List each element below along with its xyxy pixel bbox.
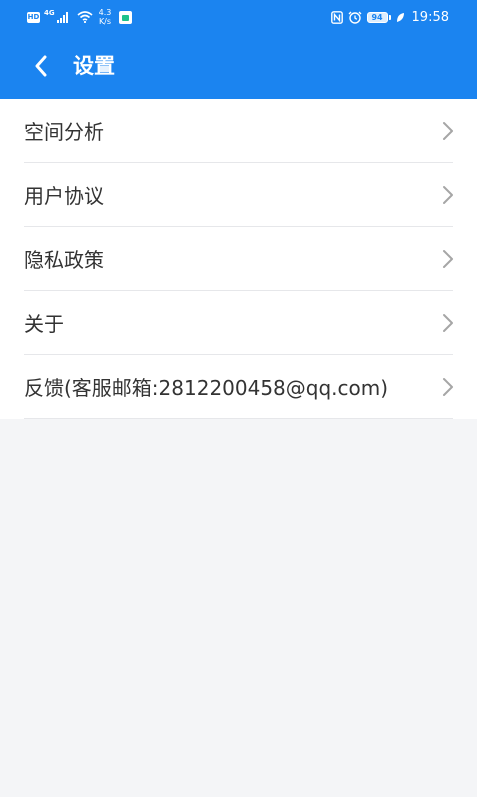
menu-item-spatial-analysis[interactable]: 空间分析: [0, 99, 477, 163]
menu-item-privacy-policy[interactable]: 隐私政策: [0, 227, 477, 291]
power-saving-leaf-icon: [396, 12, 404, 22]
network-speed: 4.3 K/s: [99, 8, 112, 26]
network-speed-unit: K/s: [98, 17, 112, 26]
status-bar: HD 4G 4.3 K/s 94 19:58: [0, 0, 477, 33]
chevron-right-icon: [443, 250, 453, 268]
battery-cap: [388, 14, 391, 20]
settings-menu: 空间分析 用户协议 隐私政策 关于 反馈(客服邮箱:2812200458@qq.…: [0, 99, 477, 419]
status-time: 19:58: [411, 9, 449, 25]
cellular-signal-icon: [56, 11, 68, 23]
status-bar-right: 94 19:58: [330, 8, 449, 26]
menu-item-feedback[interactable]: 反馈(客服邮箱:2812200458@qq.com): [0, 355, 477, 419]
menu-item-label: 隐私政策: [24, 248, 104, 272]
battery-indicator: 94: [366, 11, 391, 23]
menu-item-label: 用户协议: [24, 184, 104, 208]
chevron-left-icon: [35, 55, 47, 77]
network-type-label: 4G: [44, 9, 55, 17]
page-title: 设置: [73, 54, 115, 78]
battery-level: 94: [366, 11, 388, 23]
nfc-icon: [330, 10, 343, 24]
menu-item-label: 反馈(客服邮箱:2812200458@qq.com): [24, 376, 389, 400]
chevron-right-icon: [443, 378, 453, 396]
chevron-right-icon: [443, 122, 453, 140]
navigation-bar: 设置: [0, 33, 477, 99]
menu-item-label: 关于: [24, 312, 64, 336]
chevron-right-icon: [443, 314, 453, 332]
back-button[interactable]: [24, 49, 58, 83]
hd-voice-icon: HD: [27, 11, 40, 23]
menu-item-about[interactable]: 关于: [0, 291, 477, 355]
menu-item-label: 空间分析: [24, 120, 104, 144]
app-notification-icon: [119, 10, 133, 24]
network-speed-value: 4.3: [98, 8, 112, 17]
alarm-clock-icon: [348, 11, 361, 24]
wifi-icon: [77, 11, 93, 23]
app-header: HD 4G 4.3 K/s 94 19:58 设置: [0, 0, 477, 99]
status-bar-left: HD 4G 4.3 K/s: [27, 8, 133, 26]
menu-item-user-agreement[interactable]: 用户协议: [0, 163, 477, 227]
chevron-right-icon: [443, 186, 453, 204]
